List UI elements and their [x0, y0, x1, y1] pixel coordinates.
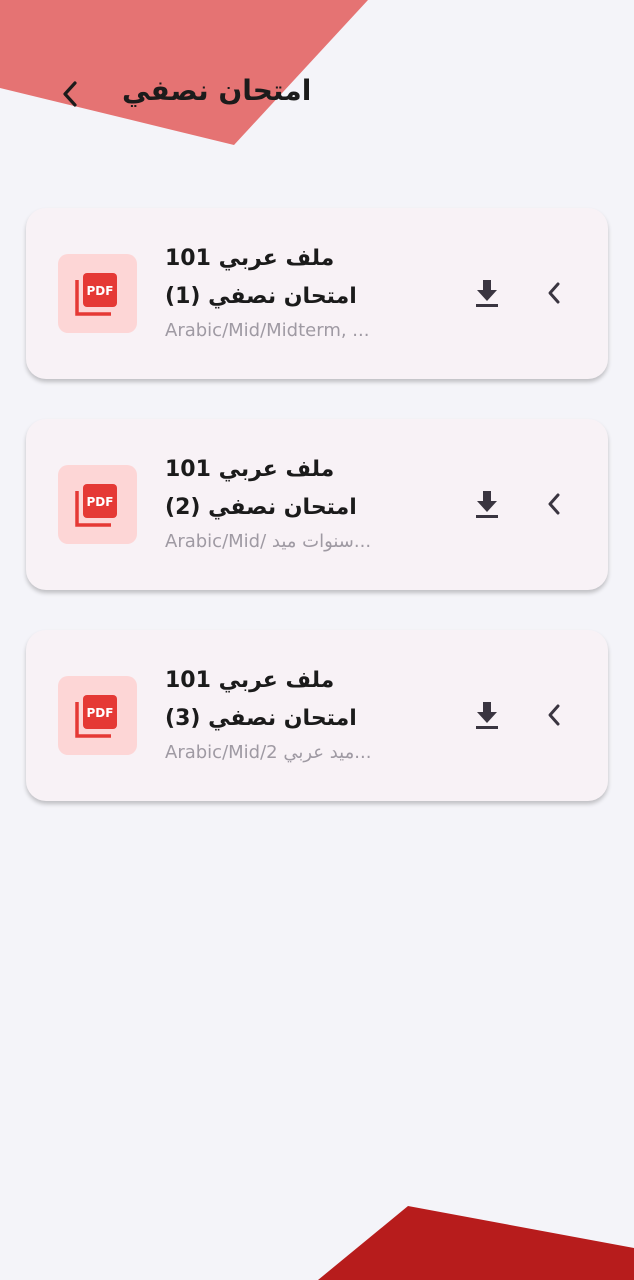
download-button[interactable] [466, 272, 508, 314]
download-icon [476, 702, 498, 729]
file-card[interactable]: PDF ملف عربي 101 امتحان نصفي (3) Arabic/… [26, 630, 608, 801]
file-card[interactable]: PDF ملف عربي 101 امتحان نصفي (2) Arabic/… [26, 419, 608, 590]
download-button[interactable] [466, 483, 508, 525]
svg-text:PDF: PDF [87, 495, 114, 509]
pdf-thumbnail: PDF [58, 465, 137, 544]
pdf-file-icon: PDF [75, 273, 117, 316]
file-subtitle: امتحان نصفي (1) [165, 284, 357, 309]
file-title: ملف عربي 101 [165, 457, 335, 482]
pdf-thumbnail: PDF [58, 676, 137, 755]
file-list: PDF ملف عربي 101 امتحان نصفي (1) Arabic/… [26, 208, 608, 841]
file-path: Arabic/Mid/Midterm, ... [165, 320, 370, 341]
pdf-file-icon: PDF [75, 695, 117, 738]
chevron-left-icon [548, 704, 560, 726]
open-file-button[interactable] [534, 483, 574, 525]
pdf-file-icon: PDF [75, 484, 117, 527]
file-path: Arabic/Mid/ سنوات ميد... [165, 531, 372, 552]
file-path: Arabic/Mid/2 ميد عربي... [165, 742, 372, 763]
pdf-thumbnail: PDF [58, 254, 137, 333]
download-button[interactable] [466, 694, 508, 736]
svg-text:PDF: PDF [87, 284, 114, 298]
page-title: امتحان نصفي [122, 74, 312, 107]
back-button[interactable] [48, 72, 92, 116]
chevron-left-icon [548, 493, 560, 515]
file-subtitle: امتحان نصفي (3) [165, 706, 357, 731]
chevron-left-icon [63, 81, 77, 107]
download-icon [476, 280, 498, 307]
file-title: ملف عربي 101 [165, 668, 335, 693]
svg-text:PDF: PDF [87, 706, 114, 720]
open-file-button[interactable] [534, 694, 574, 736]
download-icon [476, 491, 498, 518]
file-card[interactable]: PDF ملف عربي 101 امتحان نصفي (1) Arabic/… [26, 208, 608, 379]
file-subtitle: امتحان نصفي (2) [165, 495, 357, 520]
app-header: امتحان نصفي [0, 60, 634, 130]
chevron-left-icon [548, 282, 560, 304]
open-file-button[interactable] [534, 272, 574, 314]
file-title: ملف عربي 101 [165, 246, 335, 271]
bottom-decoration [318, 1206, 634, 1280]
